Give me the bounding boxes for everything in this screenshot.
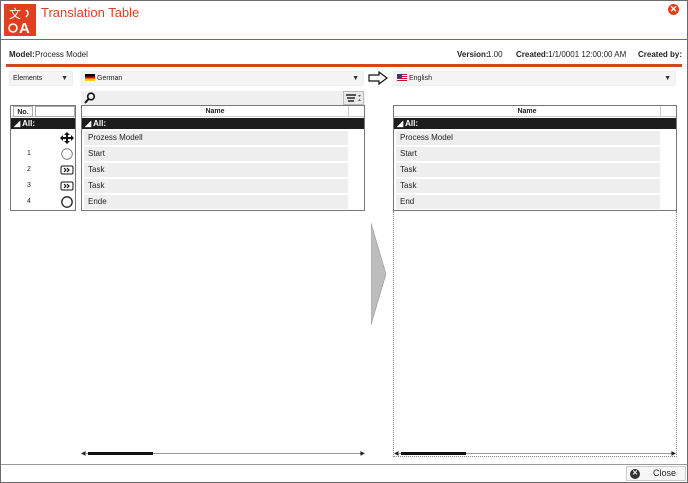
source-name-cell[interactable]: Ende (84, 195, 348, 209)
filter-icon (346, 94, 361, 102)
source-language-value: German (97, 75, 123, 82)
process-model-icon (60, 132, 74, 144)
source-language-select[interactable]: German ▼ (81, 71, 364, 86)
group-all-row[interactable]: ◢ All: (11, 118, 75, 129)
close-icon: ✕ (630, 469, 640, 479)
scroll-right-icon[interactable]: ▶ (360, 451, 365, 457)
column-header-symbol[interactable] (35, 106, 75, 117)
target-header-row: Name (394, 106, 676, 117)
row-number: 4 (27, 198, 31, 205)
scroll-right-icon[interactable]: ▶ (671, 451, 676, 457)
header-accent-rule (6, 64, 682, 67)
end-event-icon (61, 196, 73, 208)
target-language-value: English (409, 75, 432, 82)
element-index-table: No. ◢ All: 1 2 3 4 (10, 105, 76, 211)
column-header-no[interactable]: No. (13, 106, 33, 117)
chevron-down-icon: ▼ (61, 75, 68, 82)
model-label: Model: (9, 50, 35, 59)
close-window-icon[interactable]: ✕ (668, 4, 679, 15)
version-value: 1.00 (487, 50, 503, 59)
source-names-table: Name ◢ All: Prozess Modell Start Task Ta… (81, 105, 365, 211)
scroll-left-icon[interactable]: ◀ (81, 451, 86, 457)
filter-toggle-button[interactable] (343, 91, 364, 105)
source-header-row: Name (82, 106, 364, 117)
group-all-label: All: (405, 119, 418, 128)
scrollbar-thumb[interactable] (88, 452, 153, 455)
us-flag-icon (397, 74, 407, 81)
row-number: 3 (27, 182, 31, 189)
group-all-row[interactable]: ◢ All: (394, 118, 676, 129)
translate-direction-arrow-icon (368, 71, 388, 85)
element-type-select[interactable]: Elements ▼ (9, 71, 73, 86)
window-title: Translation Table (41, 5, 140, 20)
search-icon[interactable] (84, 92, 96, 104)
title-divider (1, 39, 687, 40)
created-value: 1/1/0001 12:00:00 AM (548, 50, 627, 59)
created-by-label: Created by: (638, 50, 683, 59)
translation-logo-icon: 文 A (4, 4, 36, 37)
model-value: Process Model (35, 50, 88, 59)
task-icon (60, 165, 74, 175)
source-search-strip (81, 91, 365, 105)
close-button-label: Close (653, 468, 677, 478)
source-name-cell[interactable]: Prozess Modell (84, 131, 348, 145)
collapse-triangle-icon: ◢ (85, 119, 92, 128)
model-info-bar: Model: Process Model Version: 1.00 Creat… (1, 47, 687, 63)
index-header-row: No. (11, 106, 75, 117)
group-all-label: All: (93, 119, 106, 128)
collapse-triangle-icon: ◢ (14, 119, 21, 128)
target-name-input[interactable]: Task (396, 179, 660, 193)
target-name-input[interactable]: Process Model (396, 131, 660, 145)
element-type-value: Elements (13, 75, 43, 82)
target-names-table: Name ◢ All: Process Model Start Task Tas… (393, 105, 677, 211)
target-name-input[interactable]: Task (396, 163, 660, 177)
footer-divider (1, 464, 687, 465)
translation-table-window: 文 A Translation Table ✕ Model: Process M… (0, 0, 688, 483)
chevron-down-icon: ▼ (664, 75, 671, 82)
translate-arrow-icon (371, 223, 387, 325)
source-horizontal-scrollbar[interactable]: ◀ ▶ (81, 451, 365, 457)
target-panel-frame (393, 211, 677, 457)
scrollbar-thumb[interactable] (401, 452, 466, 455)
german-flag-icon (85, 74, 95, 81)
column-header-name[interactable]: Name (394, 106, 661, 117)
target-name-input[interactable]: Start (396, 147, 660, 161)
target-search-strip (393, 91, 677, 105)
group-all-label: All: (22, 119, 35, 128)
row-number: 1 (27, 150, 31, 157)
svg-text:文: 文 (9, 6, 21, 21)
row-number: 2 (27, 166, 31, 173)
group-all-row[interactable]: ◢ All: (82, 118, 364, 129)
target-name-input[interactable]: End (396, 195, 660, 209)
source-name-cell[interactable]: Task (84, 163, 348, 177)
task-icon (60, 181, 74, 191)
close-button[interactable]: ✕ Close (626, 466, 686, 481)
scroll-left-icon[interactable]: ◀ (394, 451, 399, 457)
target-language-select[interactable]: English ▼ (393, 71, 676, 86)
collapse-triangle-icon: ◢ (397, 119, 404, 128)
source-name-cell[interactable]: Start (84, 147, 348, 161)
source-name-cell[interactable]: Task (84, 179, 348, 193)
column-header-name[interactable]: Name (82, 106, 349, 117)
svg-text:A: A (19, 20, 30, 36)
created-label: Created: (516, 50, 549, 59)
target-horizontal-scrollbar[interactable]: ◀ ▶ (394, 451, 676, 457)
version-label: Version: (457, 50, 489, 59)
start-event-icon (61, 148, 73, 160)
title-bar: 文 A Translation Table ✕ (1, 1, 687, 39)
chevron-down-icon: ▼ (352, 75, 359, 82)
